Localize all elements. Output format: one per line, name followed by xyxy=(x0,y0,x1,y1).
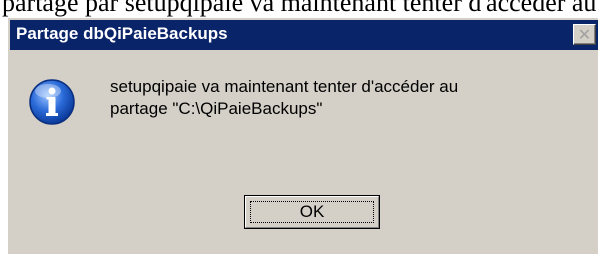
dialog-message: setupqipaie va maintenant tenter d'accéd… xyxy=(110,76,580,120)
background-document-text-strip: partagé par setupqipaie va maintenant te… xyxy=(0,0,598,17)
message-line-2: partage "C:\QiPaieBackups" xyxy=(110,99,323,118)
message-line-1: setupqipaie va maintenant tenter d'accéd… xyxy=(110,77,459,96)
info-icon xyxy=(29,79,75,125)
ok-button-label: OK xyxy=(299,202,325,221)
ok-button[interactable]: OK xyxy=(244,195,380,229)
close-icon: ✕ xyxy=(577,25,592,44)
dialog-title: Partage dbQiPaieBackups xyxy=(16,24,228,43)
message-dialog: Partage dbQiPaieBackups ✕ setupqipaie va… xyxy=(7,17,598,254)
dialog-titlebar[interactable]: Partage dbQiPaieBackups ✕ xyxy=(10,20,598,50)
close-button[interactable]: ✕ xyxy=(573,24,596,45)
background-document-text: partagé par setupqipaie va maintenant te… xyxy=(2,0,598,17)
